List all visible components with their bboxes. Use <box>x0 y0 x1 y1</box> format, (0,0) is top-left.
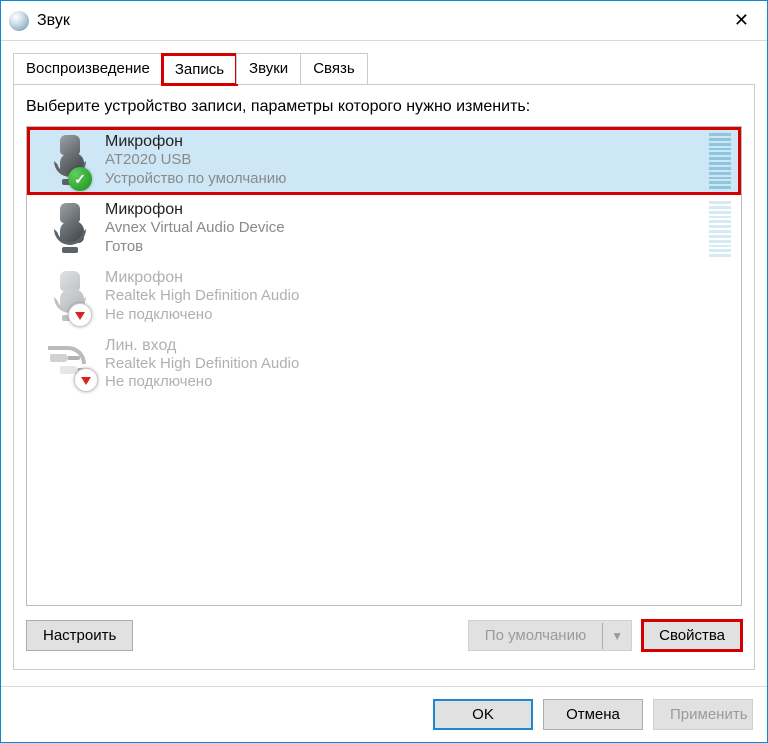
device-name: Лин. вход <box>105 337 731 355</box>
titlebar: Звук ✕ <box>1 1 767 41</box>
device-status: Не подключено <box>105 306 731 325</box>
device-name: Микрофон <box>105 133 701 151</box>
cancel-button[interactable]: Отмена <box>543 699 643 730</box>
device-list[interactable]: Микрофон AT2020 USB Устройство по умолча… <box>26 126 742 606</box>
device-text: Микрофон Realtek High Definition Audio Н… <box>105 269 731 325</box>
device-status: Устройство по умолчанию <box>105 170 701 189</box>
device-subtitle: Avnex Virtual Audio Device <box>105 219 701 238</box>
device-subtitle: Realtek High Definition Audio <box>105 287 731 306</box>
set-default-label: По умолчанию <box>469 621 602 650</box>
close-button[interactable]: ✕ <box>724 6 759 35</box>
microphone-icon <box>52 135 88 187</box>
tab-panel: Выберите устройство записи, параметры ко… <box>13 84 755 670</box>
tab-2[interactable]: Звуки <box>236 53 301 84</box>
tab-3[interactable]: Связь <box>300 53 367 84</box>
device-status: Готов <box>105 238 701 257</box>
device-subtitle: Realtek High Definition Audio <box>105 355 731 374</box>
level-meter <box>709 201 731 257</box>
instruction-text: Выберите устройство записи, параметры ко… <box>26 98 742 116</box>
device-name: Микрофон <box>105 201 701 219</box>
level-meter <box>709 133 731 189</box>
properties-button[interactable]: Свойства <box>642 620 742 651</box>
chevron-down-icon[interactable]: ▼ <box>602 623 631 649</box>
ok-button[interactable]: OK <box>433 699 533 730</box>
sound-icon <box>9 11 29 31</box>
device-subtitle: AT2020 USB <box>105 151 701 170</box>
device-row[interactable]: Микрофон Avnex Virtual Audio Device Гото… <box>27 195 741 263</box>
dialog-footer: OK Отмена Применить <box>1 686 767 742</box>
arrow-down-icon <box>68 303 92 327</box>
tab-0[interactable]: Воспроизведение <box>13 53 163 84</box>
device-status: Не подключено <box>105 373 731 392</box>
device-text: Микрофон Avnex Virtual Audio Device Гото… <box>105 201 701 257</box>
check-icon <box>68 167 92 191</box>
line-in-icon <box>46 340 94 388</box>
device-name: Микрофон <box>105 269 731 287</box>
device-row[interactable]: Микрофон AT2020 USB Устройство по умолча… <box>27 127 741 195</box>
set-default-button[interactable]: По умолчанию ▼ <box>468 620 632 651</box>
window-title: Звук <box>37 12 724 30</box>
tab-1[interactable]: Запись <box>162 54 237 85</box>
device-text: Микрофон AT2020 USB Устройство по умолча… <box>105 133 701 189</box>
device-row[interactable]: Микрофон Realtek High Definition Audio Н… <box>27 263 741 331</box>
arrow-down-icon <box>74 368 98 392</box>
configure-button[interactable]: Настроить <box>26 620 133 651</box>
microphone-icon <box>52 203 88 255</box>
microphone-icon <box>52 271 88 323</box>
device-row[interactable]: Лин. вход Realtek High Definition Audio … <box>27 331 741 399</box>
tabs: ВоспроизведениеЗаписьЗвукиСвязь <box>13 53 755 85</box>
apply-button[interactable]: Применить <box>653 699 753 730</box>
panel-button-row: Настроить По умолчанию ▼ Свойства <box>26 620 742 651</box>
device-text: Лин. вход Realtek High Definition Audio … <box>105 337 731 393</box>
